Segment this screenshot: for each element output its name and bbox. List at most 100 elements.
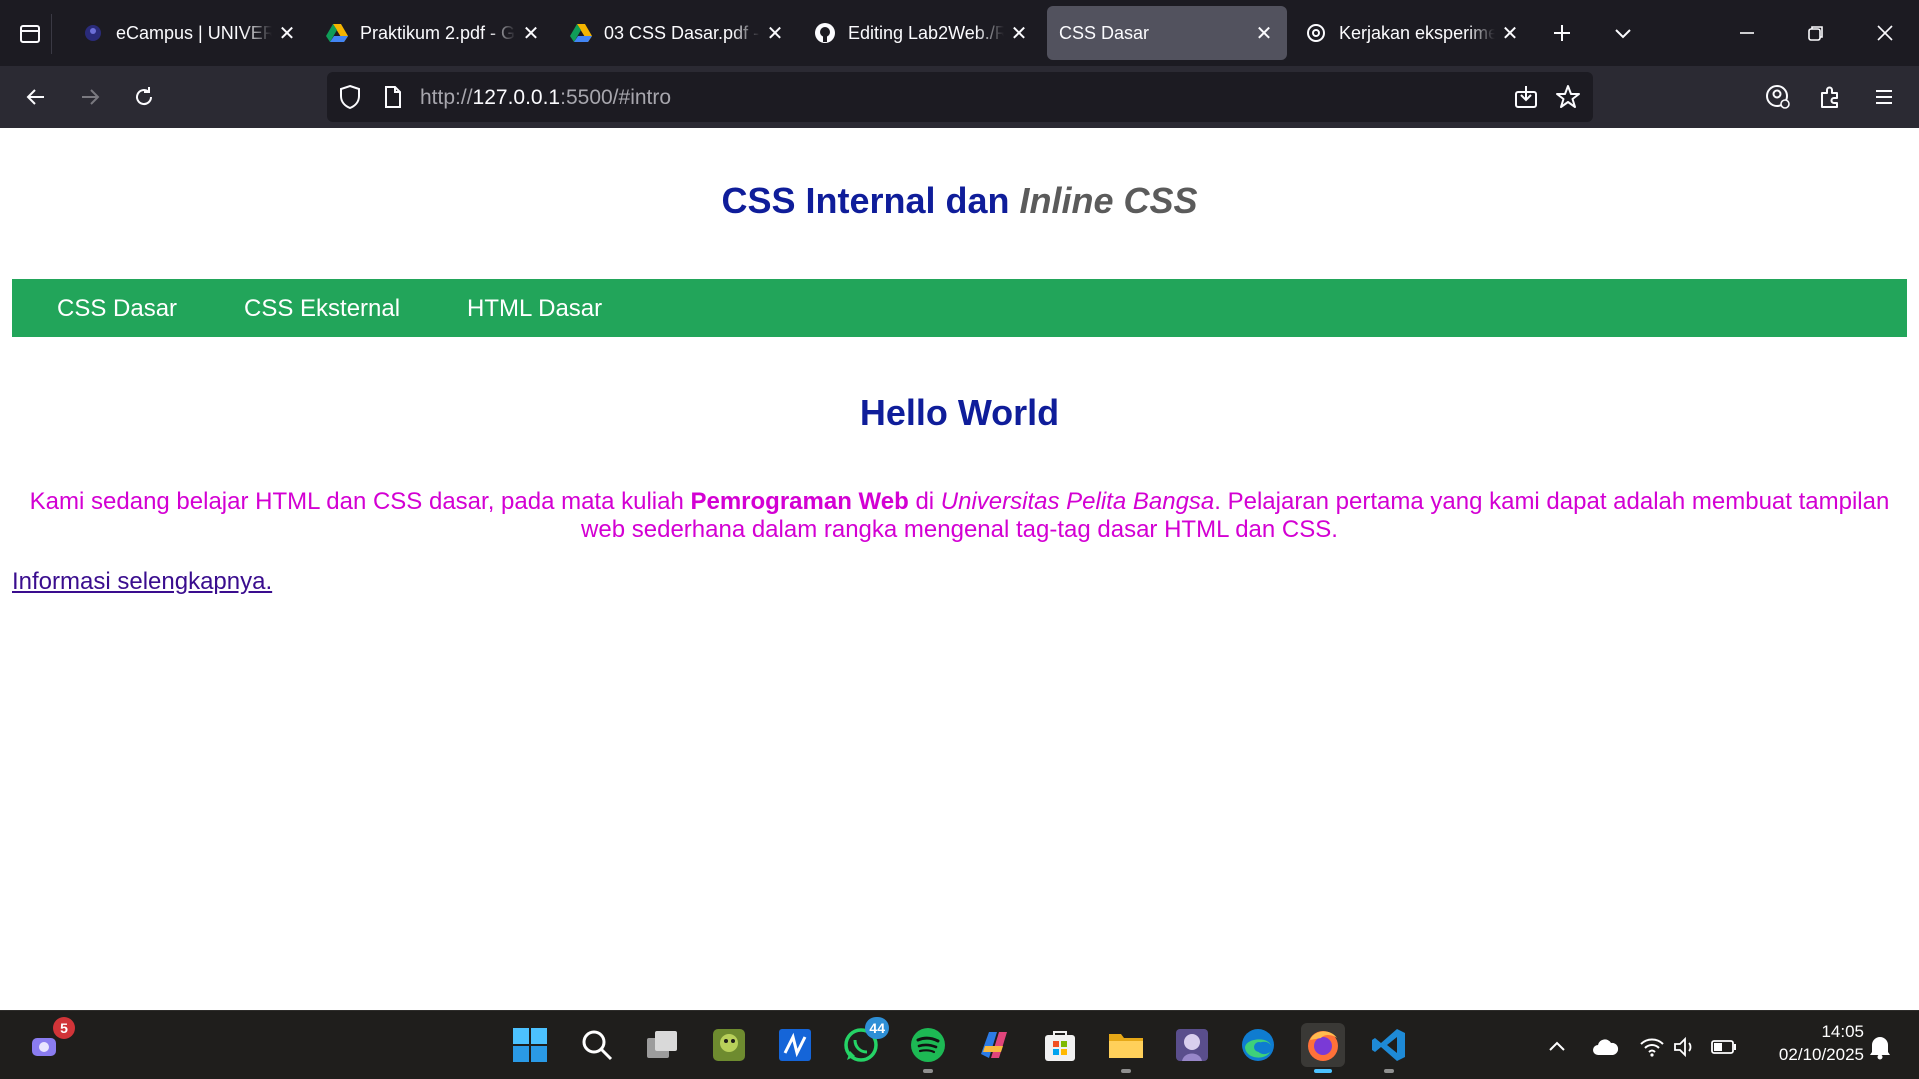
battery-button[interactable]: [1710, 1033, 1738, 1061]
account-icon: [1766, 85, 1790, 109]
web-page: CSS Internal dan Inline CSS CSS Dasar CS…: [0, 128, 1919, 1010]
address-bar[interactable]: http://127.0.0.1:5500/#intro: [327, 72, 1593, 122]
chevron-down-icon: [1615, 29, 1631, 39]
menu-item-css-eksternal[interactable]: CSS Eksternal: [244, 295, 400, 323]
onedrive-button[interactable]: [1591, 1033, 1619, 1061]
task-view-icon: [647, 1031, 677, 1058]
game-app-button[interactable]: [707, 1023, 751, 1067]
minimize-button[interactable]: [1724, 10, 1770, 56]
edge-icon: [1242, 1029, 1274, 1061]
tab-ecampus[interactable]: eCampus | UNIVERSITAS PELITA BANGSA ✕: [70, 6, 310, 60]
wifi-icon: [1640, 1038, 1664, 1057]
close-icon[interactable]: ✕: [1499, 22, 1521, 45]
plants-vs-zombies-icon: [713, 1029, 745, 1061]
page-info-icon[interactable]: [383, 85, 403, 114]
list-all-tabs-button[interactable]: [1600, 10, 1646, 56]
microsoft-store-button[interactable]: [1038, 1023, 1082, 1067]
task-view-button[interactable]: [641, 1023, 685, 1067]
edit-app-button[interactable]: [773, 1023, 817, 1067]
whatsapp-button[interactable]: 44: [839, 1017, 889, 1067]
close-icon[interactable]: ✕: [276, 22, 298, 45]
file-explorer-button[interactable]: [1104, 1023, 1148, 1073]
running-indicator: [923, 1069, 933, 1073]
close-icon[interactable]: ✕: [1008, 22, 1030, 45]
restore-button[interactable]: [1793, 10, 1839, 56]
back-button[interactable]: [15, 76, 57, 118]
paragraph-italic-text: Universitas Pelita Bangsa: [940, 488, 1215, 515]
url-scheme: http://: [420, 86, 473, 109]
pen-app-icon: [779, 1029, 811, 1061]
menu-button[interactable]: [1863, 76, 1905, 118]
wifi-button[interactable]: [1638, 1033, 1666, 1061]
puzzle-icon: [1821, 86, 1838, 108]
show-hidden-icons-button[interactable]: [1543, 1033, 1571, 1061]
hello-world-title: Hello World: [859, 392, 1060, 433]
hamburger-icon: [1876, 90, 1892, 104]
copilot-button[interactable]: [972, 1023, 1016, 1067]
tab-css-dasar[interactable]: CSS Dasar ✕: [1047, 6, 1287, 60]
paragraph-bold-text: Pemrograman Web: [690, 488, 909, 515]
forward-button[interactable]: [69, 76, 111, 118]
tab-chatgpt[interactable]: Kerjakan eksperimen ✕: [1293, 6, 1533, 60]
search-button[interactable]: [575, 1023, 619, 1067]
reload-button[interactable]: [123, 76, 165, 118]
firefox-view-button[interactable]: [8, 14, 52, 54]
menu-item-html-dasar[interactable]: HTML Dasar: [467, 295, 602, 323]
spotify-button[interactable]: [906, 1023, 950, 1073]
bookmark-star-icon[interactable]: [1555, 84, 1581, 115]
close-icon[interactable]: ✕: [520, 22, 542, 45]
url-rest: :5500/#intro: [560, 86, 672, 109]
search-icon: [582, 1030, 613, 1061]
url-text[interactable]: http://127.0.0.1:5500/#intro: [420, 86, 671, 110]
edge-button[interactable]: [1236, 1023, 1280, 1067]
firefox-button[interactable]: [1301, 1023, 1345, 1073]
widgets-button[interactable]: 5: [25, 1017, 75, 1067]
arrow-right-icon: [82, 89, 100, 105]
save-to-pocket-icon[interactable]: [1513, 84, 1539, 115]
volume-button[interactable]: [1671, 1033, 1699, 1061]
folder-icon: [1109, 1034, 1143, 1058]
anime-app-button[interactable]: [1170, 1023, 1214, 1067]
tab-title: eCampus | UNIVERSITAS PELITA BANGSA: [116, 22, 272, 43]
windows-start-icon: [513, 1028, 547, 1062]
tab-title: Praktikum 2.pdf - Google Drive: [360, 22, 516, 43]
new-tab-button[interactable]: [1539, 10, 1585, 56]
tab-title: CSS Dasar: [1059, 22, 1150, 43]
tab-title: Kerjakan eksperimen: [1339, 22, 1495, 43]
more-info-link[interactable]: Informasi selengkapnya.: [12, 568, 272, 596]
start-button[interactable]: [508, 1023, 552, 1067]
chevron-up-icon: [1549, 1041, 1565, 1051]
bell-icon: [1870, 1037, 1890, 1060]
firefox-icon: [1308, 1031, 1338, 1061]
url-host: 127.0.0.1: [472, 86, 561, 109]
tab-github[interactable]: Editing Lab2Web./README.md ✕: [802, 6, 1042, 60]
tab-css-dasar-pdf[interactable]: 03 CSS Dasar.pdf - Google Drive ✕: [558, 6, 798, 60]
page-heading: CSS Internal dan Inline CSS: [0, 180, 1919, 222]
close-icon[interactable]: ✕: [764, 22, 786, 45]
google-drive-icon: [570, 22, 592, 44]
paragraph-text: Kami sedang belajar HTML dan CSS dasar, …: [29, 488, 691, 515]
close-window-button[interactable]: [1862, 10, 1908, 56]
close-icon[interactable]: ✕: [1253, 22, 1275, 45]
spotify-icon: [911, 1028, 945, 1062]
account-button[interactable]: [1757, 76, 1799, 118]
close-icon: [1877, 25, 1893, 41]
plus-icon: [1554, 25, 1570, 41]
shield-icon[interactable]: [337, 83, 363, 116]
whatsapp-badge: 44: [865, 1017, 889, 1039]
firefox-view-icon: [19, 25, 40, 43]
system-clock[interactable]: 14:05 02/10/2025: [1754, 1020, 1864, 1066]
clock-time: 14:05: [1821, 1022, 1864, 1041]
ecampus-icon: [82, 22, 104, 44]
google-drive-icon: [326, 22, 348, 44]
chatgpt-icon: [1305, 22, 1327, 44]
notifications-button[interactable]: [1866, 1033, 1894, 1061]
taskbar: 5 44: [0, 1010, 1919, 1079]
minimize-icon: [1740, 32, 1754, 34]
heading-inline-text: Inline CSS: [1019, 180, 1198, 221]
vscode-button[interactable]: [1367, 1023, 1411, 1073]
extensions-button[interactable]: [1810, 76, 1852, 118]
menu-item-css-dasar[interactable]: CSS Dasar: [57, 295, 177, 323]
tab-praktikum[interactable]: Praktikum 2.pdf - Google Drive ✕: [314, 6, 554, 60]
github-icon: [814, 22, 836, 44]
